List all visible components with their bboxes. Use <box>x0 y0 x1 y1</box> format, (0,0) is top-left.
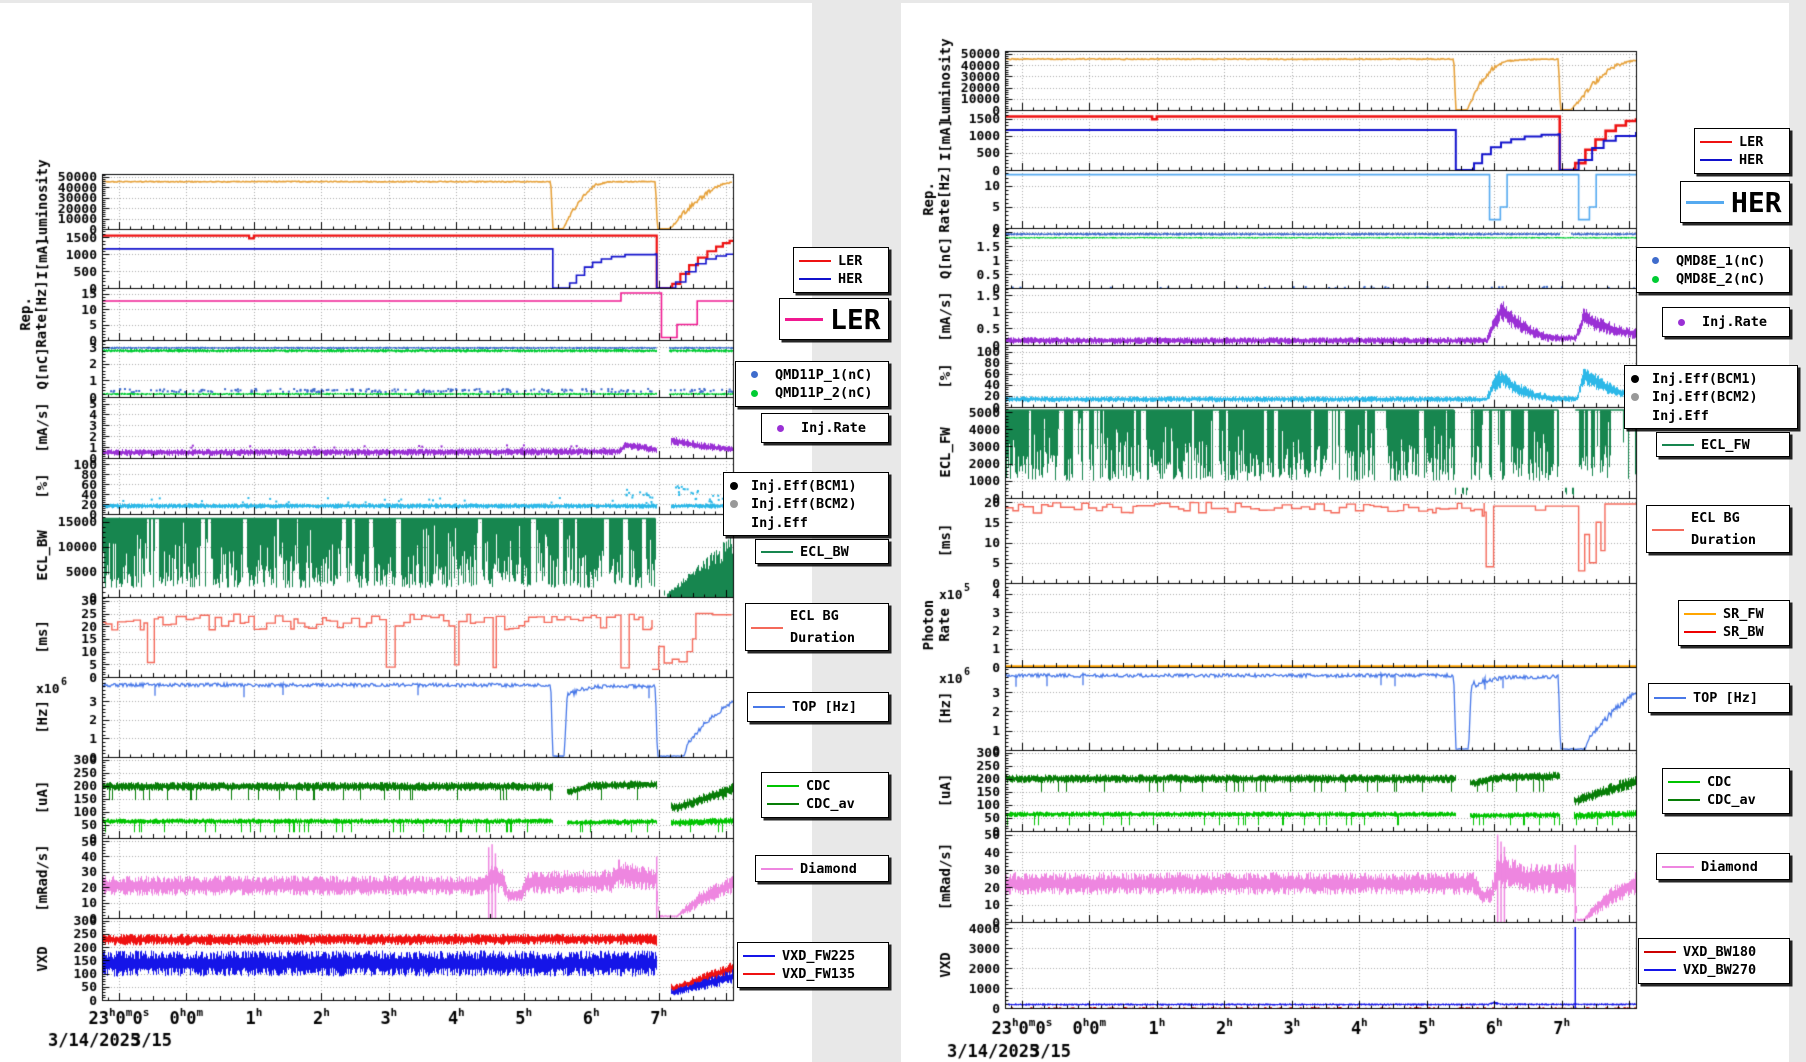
legend-inj-rate-left: Inj.Rate <box>761 413 889 443</box>
legend-label: CDC <box>806 778 830 794</box>
qmd2-dot-icon <box>751 390 758 397</box>
legend-ecl-bg-duration-right: ECL BGDuration <box>1646 505 1790 553</box>
ecl-bg-line-icon <box>751 627 783 629</box>
inj-rate-dot-icon <box>1678 319 1685 326</box>
legend-label: QMD8E_2(nC) <box>1676 271 1765 287</box>
cdc-line-icon <box>1668 781 1700 783</box>
legend-label: HER <box>1731 186 1782 219</box>
legend-label: Inj.Eff(BCM1) <box>751 478 857 494</box>
bcm2-dot-icon <box>730 500 738 508</box>
legend-label: Diamond <box>800 861 857 877</box>
legend-label: HER <box>1739 152 1763 168</box>
inj-rate-dot-icon <box>777 425 784 432</box>
legend-label: ECL_FW <box>1701 437 1750 453</box>
ecl-fw-line-icon <box>1662 444 1694 446</box>
ler-line-icon <box>1700 141 1732 143</box>
legend-label: VXD_FW135 <box>782 966 855 982</box>
legend-label: SR_BW <box>1723 624 1764 640</box>
vxd-fw225-line-icon <box>743 955 775 957</box>
qmd1-dot-icon <box>751 371 758 378</box>
legend-beam-currents-left: LER HER <box>793 247 889 293</box>
legend-label: ECL_BW <box>800 544 849 560</box>
legend-label: Inj.Rate <box>801 420 866 436</box>
legend-inj-rate-right: Inj.Rate <box>1662 307 1790 337</box>
legend-rep-rate-right: HER <box>1680 181 1790 223</box>
legend-top-right: TOP [Hz] <box>1648 683 1790 713</box>
legend-qmd-left: QMD11P_1(nC) QMD11P_2(nC) <box>735 361 889 407</box>
sr-bw-line-icon <box>1684 631 1716 633</box>
legend-label: LER <box>838 253 862 269</box>
legend-rep-rate-left: LER <box>779 298 889 340</box>
legend-diamond-right: Diamond <box>1656 853 1790 880</box>
diamond-line-icon <box>761 868 793 870</box>
vxd-bw270-line-icon <box>1644 969 1676 971</box>
plots-canvas <box>0 0 1806 1062</box>
legend-inj-eff-left: Inj.Eff(BCM1) Inj.Eff(BCM2) Inj.Eff <box>723 472 889 536</box>
legend-label: VXD_FW225 <box>782 948 855 964</box>
top-line-icon <box>753 706 785 708</box>
legend-label: Inj.Eff(BCM1) <box>1652 371 1758 387</box>
legend-label: CDC_av <box>806 796 855 812</box>
legend-diamond-left: Diamond <box>755 855 889 882</box>
legend-sr: SR_FW SR_BW <box>1678 600 1790 646</box>
rep-rate-line-icon <box>1686 201 1724 204</box>
legend-label: ECL BG <box>1691 508 1756 530</box>
legend-ecl-bg-duration-left: ECL BGDuration <box>745 603 889 651</box>
legend-label: QMD8E_1(nC) <box>1676 253 1765 269</box>
rep-rate-line-icon <box>785 318 823 321</box>
legend-label: Duration <box>1691 530 1756 552</box>
legend-label: LER <box>830 303 881 336</box>
ler-line-icon <box>799 260 831 262</box>
legend-label: CDC <box>1707 774 1731 790</box>
legend-label: CDC_av <box>1707 792 1756 808</box>
legend-ecl-fw: ECL_FW <box>1656 432 1790 457</box>
legend-label: Diamond <box>1701 859 1758 875</box>
sr-fw-line-icon <box>1684 613 1716 615</box>
cdc-av-line-icon <box>767 803 799 805</box>
legend-label: VXD_BW180 <box>1683 944 1756 960</box>
legend-cdc-right: CDC CDC_av <box>1662 768 1790 814</box>
legend-label: Inj.Eff <box>1652 408 1709 424</box>
bcm1-dot-icon <box>730 482 738 490</box>
legend-label: VXD_BW270 <box>1683 962 1756 978</box>
legend-vxd-right: VXD_BW180 VXD_BW270 <box>1638 938 1790 984</box>
cdc-av-line-icon <box>1668 799 1700 801</box>
legend-vxd-left: VXD_FW225 VXD_FW135 <box>737 942 889 988</box>
vxd-fw135-line-icon <box>743 973 775 975</box>
legend-label: LER <box>1739 134 1763 150</box>
beam-background-monitor: { "dates": ["3/14/2025", "3/15"], "color… <box>0 0 1806 1062</box>
bcm1-dot-icon <box>1631 375 1639 383</box>
legend-label: TOP [Hz] <box>1693 690 1758 706</box>
legend-label: Inj.Eff <box>751 515 808 531</box>
legend-label: QMD11P_1(nC) <box>775 367 873 383</box>
top-line-icon <box>1654 697 1686 699</box>
legend-qmd-right: QMD8E_1(nC) QMD8E_2(nC) <box>1636 247 1790 293</box>
legend-label: Inj.Rate <box>1702 314 1767 330</box>
cdc-line-icon <box>767 785 799 787</box>
legend-cdc-left: CDC CDC_av <box>761 772 889 818</box>
legend-label: Inj.Eff(BCM2) <box>751 496 857 512</box>
legend-label: SR_FW <box>1723 606 1764 622</box>
qmd1-dot-icon <box>1652 257 1659 264</box>
legend-label: Duration <box>790 628 855 650</box>
legend-label: TOP [Hz] <box>792 699 857 715</box>
diamond-line-icon <box>1662 866 1694 868</box>
qmd2-dot-icon <box>1652 276 1659 283</box>
bcm2-dot-icon <box>1631 393 1639 401</box>
her-line-icon <box>1700 159 1732 161</box>
ecl-bg-line-icon <box>1652 529 1684 531</box>
legend-top-left: TOP [Hz] <box>747 692 889 722</box>
her-line-icon <box>799 278 831 280</box>
legend-label: HER <box>838 271 862 287</box>
ecl-bw-line-icon <box>761 551 793 553</box>
vxd-bw180-line-icon <box>1644 951 1676 953</box>
legend-ecl-bw: ECL_BW <box>755 539 889 564</box>
legend-label: QMD11P_2(nC) <box>775 385 873 401</box>
legend-label: ECL BG <box>790 606 855 628</box>
legend-inj-eff-right: Inj.Eff(BCM1) Inj.Eff(BCM2) Inj.Eff <box>1624 365 1798 429</box>
legend-label: Inj.Eff(BCM2) <box>1652 389 1758 405</box>
legend-beam-currents-right: LER HER <box>1694 128 1790 174</box>
